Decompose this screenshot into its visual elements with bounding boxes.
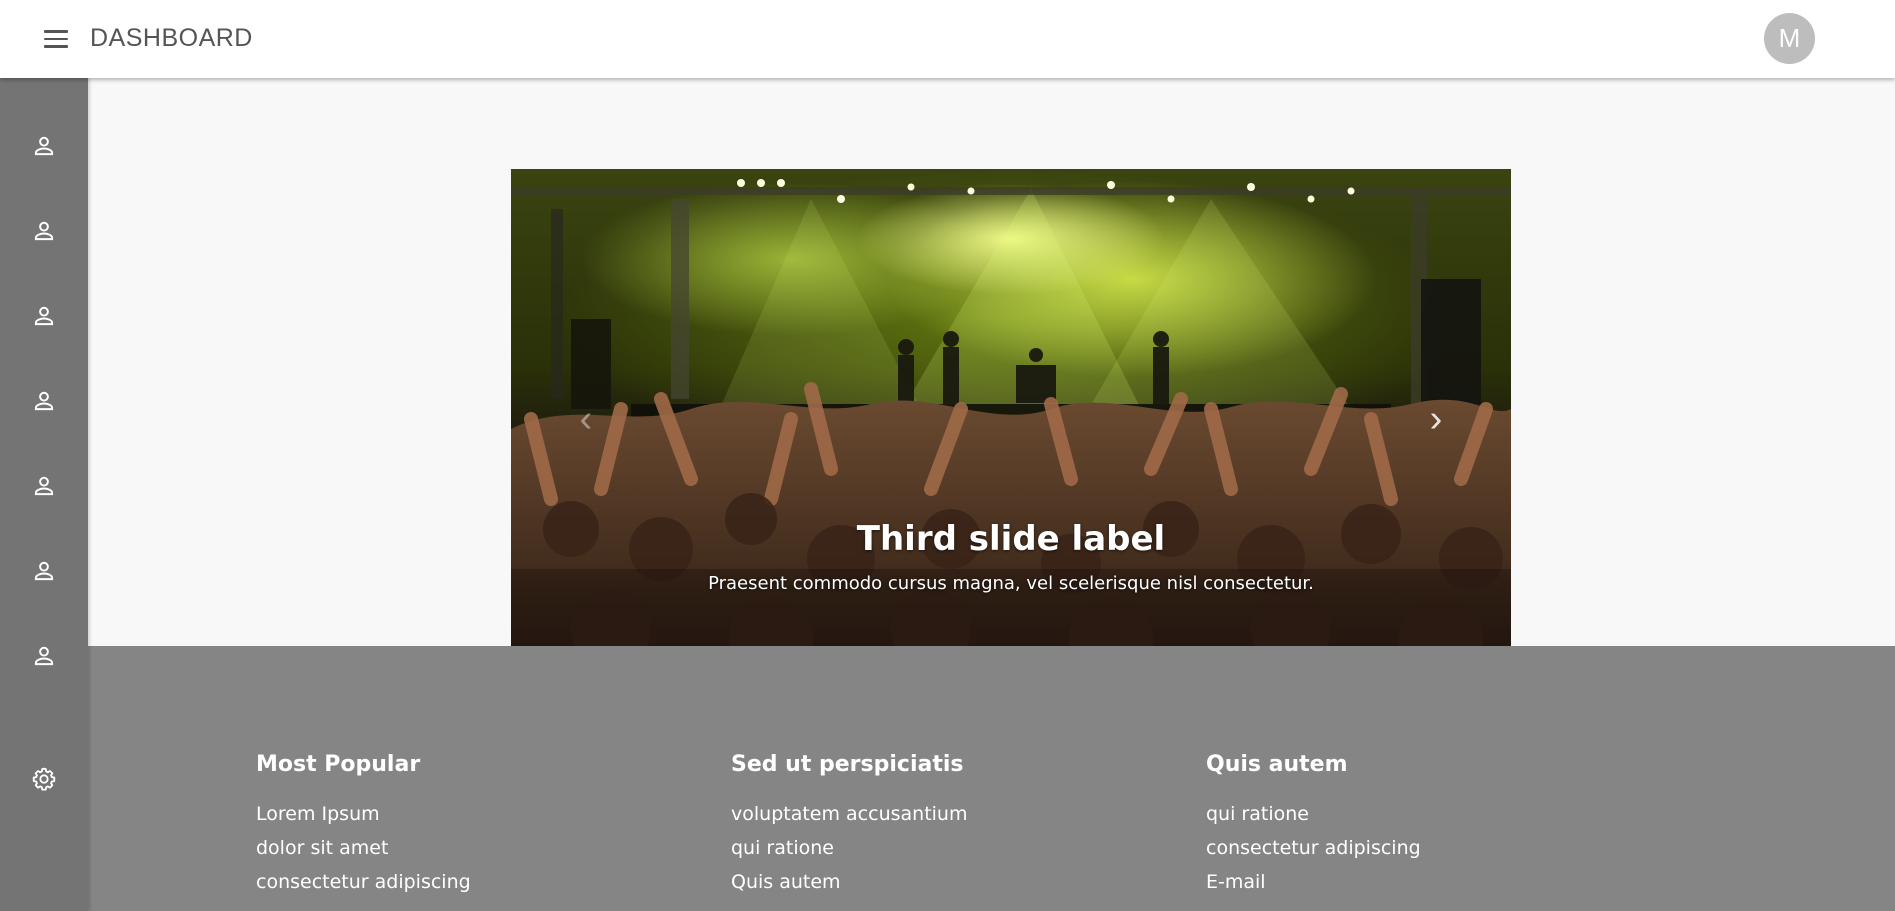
settings-button[interactable]: [22, 757, 66, 801]
page-title: DASHBOARD: [90, 24, 253, 52]
main-content: ‹ › Third slide label Praesent commodo c…: [88, 78, 1895, 669]
sidebar-item-7[interactable]: [22, 634, 66, 678]
footer: Most Popular Lorem Ipsum dolor sit amet …: [88, 646, 1895, 911]
caption-text: Praesent commodo cursus magna, vel scele…: [708, 573, 1314, 594]
person-icon: [34, 136, 54, 156]
person-icon: [34, 476, 54, 496]
carousel: ‹ › Third slide label Praesent commodo c…: [511, 169, 1511, 669]
footer-column-sed-ut-perspiciatis: Sed ut perspiciatis voluptatem accusanti…: [731, 752, 1151, 905]
footer-link[interactable]: consectetur adipiscing: [1206, 837, 1626, 859]
footer-column-most-popular: Most Popular Lorem Ipsum dolor sit amet …: [256, 752, 676, 905]
footer-link[interactable]: qui ratione: [1206, 803, 1626, 825]
sidebar-item-1[interactable]: [22, 124, 66, 168]
sidebar-item-6[interactable]: [22, 549, 66, 593]
gear-icon: [32, 767, 56, 791]
footer-heading: Most Popular: [256, 752, 421, 777]
sidebar-item-4[interactable]: [22, 379, 66, 423]
sidebar-item-5[interactable]: [22, 464, 66, 508]
person-icon: [34, 646, 54, 666]
avatar[interactable]: M: [1764, 13, 1815, 64]
app-bar: DASHBOARD M: [0, 0, 1895, 78]
crowd-image: [511, 382, 1511, 669]
sidebar-item-2[interactable]: [22, 209, 66, 253]
hamburger-menu-icon[interactable]: [44, 25, 74, 53]
person-icon: [34, 391, 54, 411]
footer-link[interactable]: qui ratione: [731, 837, 1151, 859]
footer-link[interactable]: consectetur adipiscing: [256, 871, 676, 893]
footer-link[interactable]: E-mail: [1206, 871, 1626, 893]
carousel-prev-button[interactable]: ‹: [556, 389, 616, 449]
carousel-next-button[interactable]: ›: [1406, 389, 1466, 449]
footer-link[interactable]: dolor sit amet: [256, 837, 676, 859]
sidebar: [0, 78, 88, 911]
footer-column-quis-autem: Quis autem qui ratione consectetur adipi…: [1206, 752, 1626, 905]
footer-heading: Sed ut perspiciatis: [731, 752, 964, 777]
person-icon: [34, 306, 54, 326]
person-icon: [34, 561, 54, 581]
footer-heading: Quis autem: [1206, 752, 1348, 777]
footer-link[interactable]: Lorem Ipsum: [256, 803, 676, 825]
caption-title: Third slide label: [856, 519, 1166, 559]
footer-link[interactable]: voluptatem accusantium: [731, 803, 1151, 825]
sidebar-item-3[interactable]: [22, 294, 66, 338]
carousel-caption: Third slide label Praesent commodo cursu…: [511, 519, 1511, 594]
footer-link[interactable]: Quis autem: [731, 871, 1151, 893]
person-icon: [34, 221, 54, 241]
